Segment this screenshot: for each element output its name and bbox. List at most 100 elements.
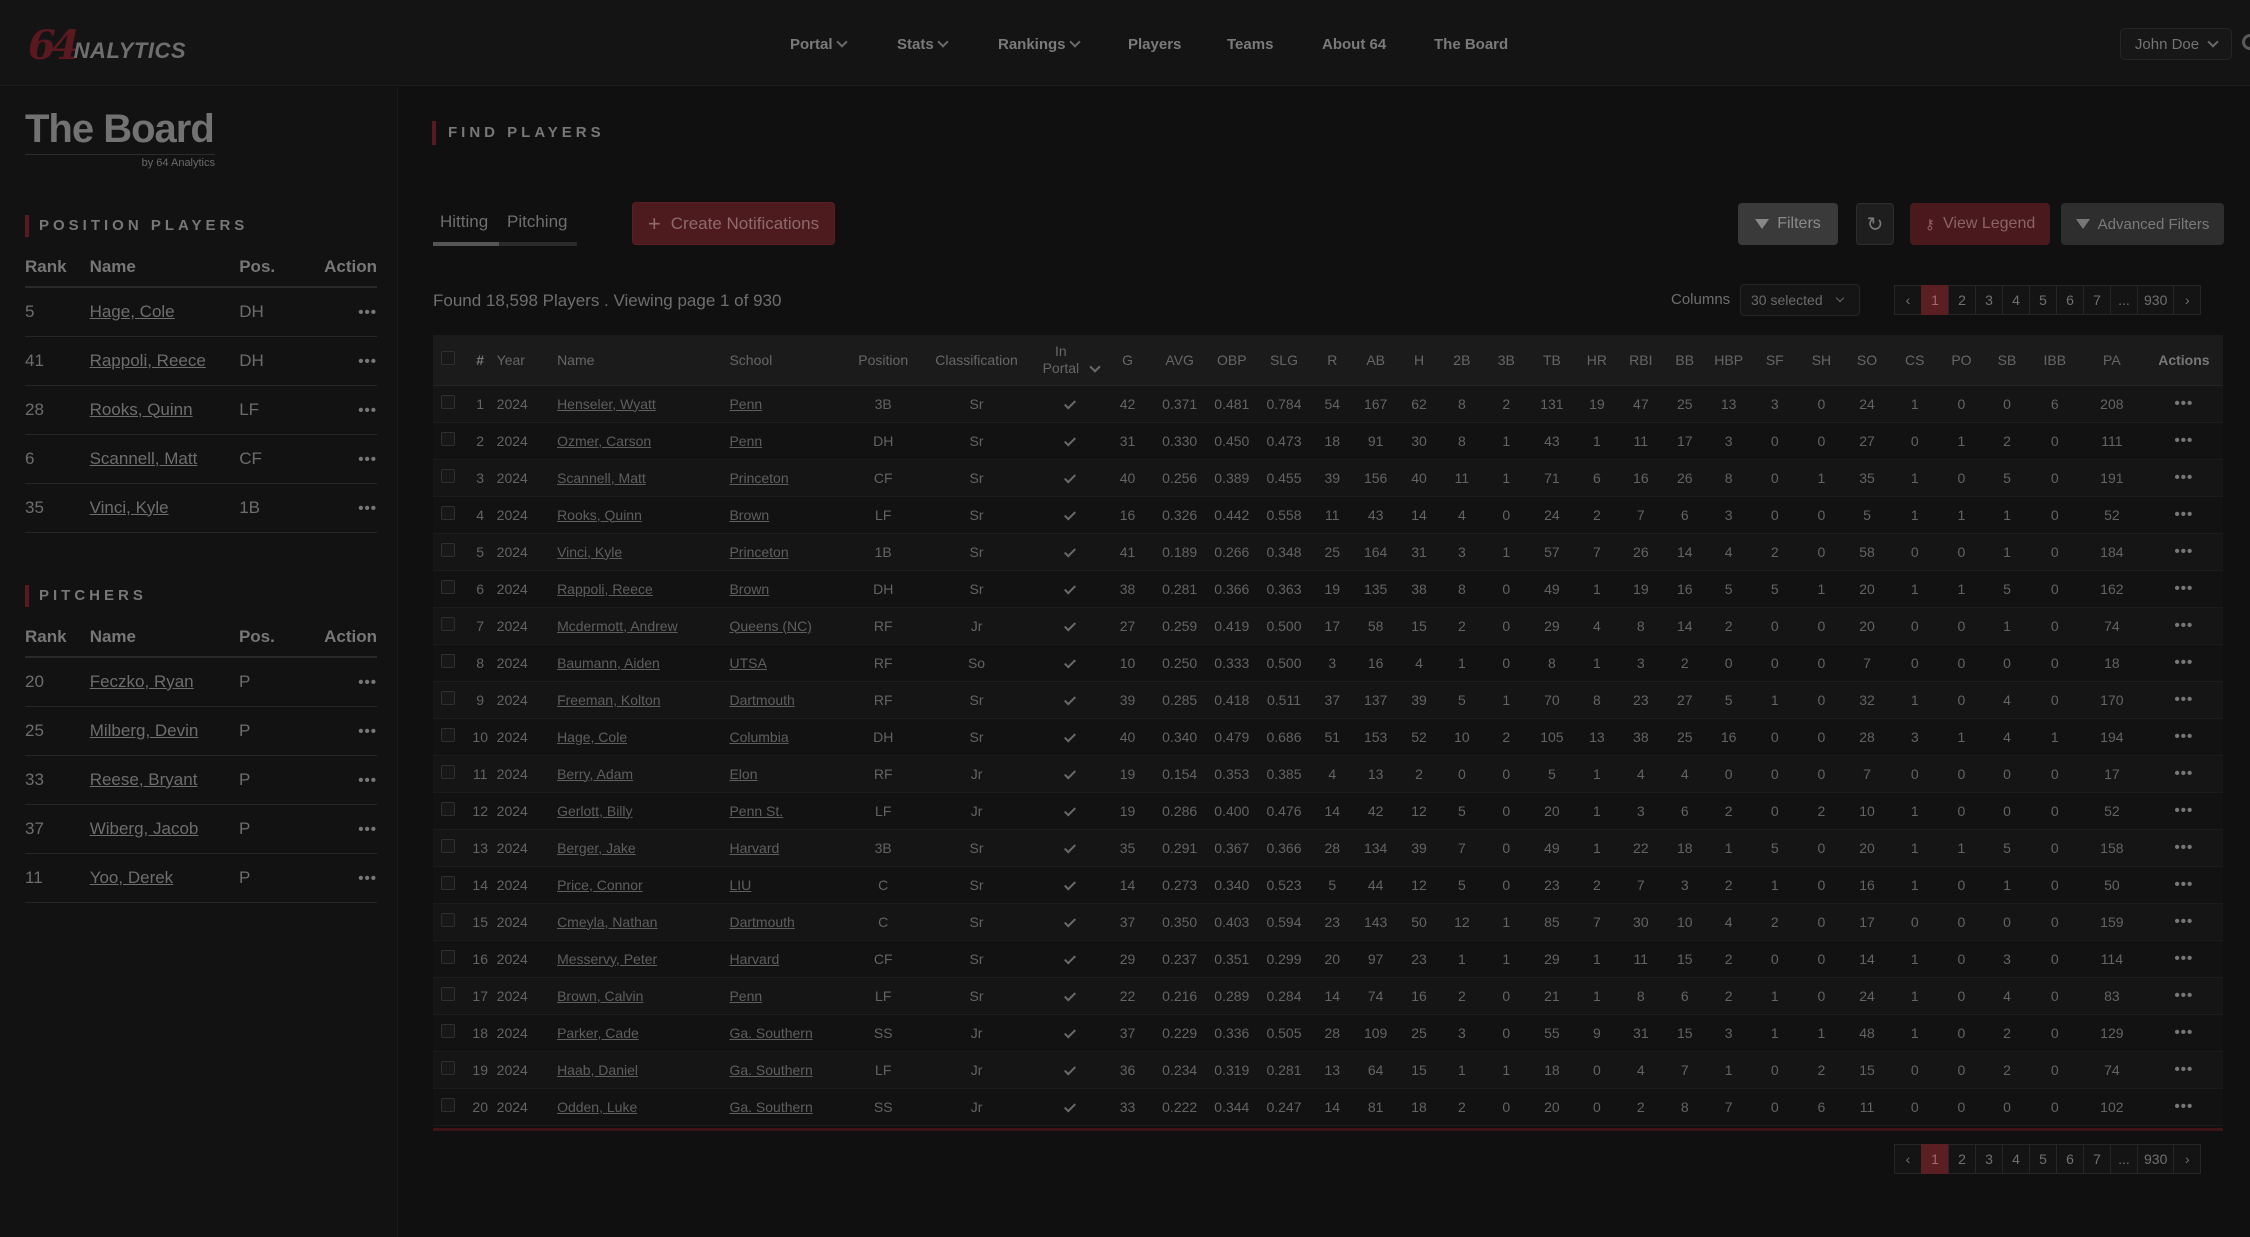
more-options-icon[interactable]: •••	[358, 723, 377, 740]
row-checkbox[interactable]	[441, 1061, 456, 1075]
column-header-bb[interactable]: BB	[1662, 335, 1707, 386]
nav-item-stats[interactable]: Stats	[897, 30, 949, 58]
row-checkbox[interactable]	[441, 987, 456, 1001]
player-link[interactable]: Berger, Jake	[557, 840, 636, 856]
page-button[interactable]: 930	[2137, 1144, 2175, 1174]
row-checkbox[interactable]	[441, 543, 456, 557]
school-link[interactable]: Brown	[729, 507, 769, 523]
school-link[interactable]: Princeton	[729, 544, 788, 560]
page-button[interactable]: 930	[2137, 285, 2175, 315]
school-link[interactable]: Penn	[729, 433, 762, 449]
more-options-icon[interactable]: •••	[2175, 469, 2194, 486]
school-link[interactable]: Columbia	[729, 729, 788, 745]
row-checkbox[interactable]	[441, 469, 456, 483]
row-checkbox[interactable]	[441, 728, 456, 742]
school-link[interactable]: Queens (NC)	[729, 618, 811, 634]
row-checkbox[interactable]	[441, 580, 456, 594]
column-header-rbi[interactable]: RBI	[1618, 335, 1663, 386]
more-options-icon[interactable]: •••	[2175, 802, 2194, 819]
advanced-filters-button[interactable]: Advanced Filters	[2061, 203, 2224, 245]
player-link[interactable]: Hage, Cole	[557, 729, 627, 745]
column-header-tb[interactable]: TB	[1528, 335, 1575, 386]
column-header-year[interactable]: Year	[496, 335, 558, 386]
row-checkbox[interactable]	[441, 765, 456, 779]
prev-page-button[interactable]: ‹	[1894, 285, 1922, 315]
player-link[interactable]: Cmeyla, Nathan	[557, 914, 657, 930]
page-button[interactable]: 6	[2056, 1144, 2084, 1174]
school-link[interactable]: LIU	[729, 877, 751, 893]
page-button[interactable]: 6	[2056, 285, 2084, 315]
column-header-position[interactable]: Position	[850, 335, 917, 386]
player-link[interactable]: Price, Connor	[557, 877, 643, 893]
school-link[interactable]: Princeton	[729, 470, 788, 486]
column-header-sf[interactable]: SF	[1750, 335, 1799, 386]
player-link[interactable]: Reese, Bryant	[90, 770, 198, 789]
page-button[interactable]: 3	[1975, 285, 2003, 315]
theme-toggle-icon[interactable]	[2242, 34, 2250, 50]
player-link[interactable]: Parker, Cade	[557, 1025, 639, 1041]
row-checkbox[interactable]	[441, 1024, 456, 1038]
column-header-3b[interactable]: 3B	[1483, 335, 1529, 386]
column-header-sh[interactable]: SH	[1798, 335, 1844, 386]
nav-item-players[interactable]: Players	[1128, 30, 1181, 58]
column-header-pa[interactable]: PA	[2078, 335, 2145, 386]
column-header-slg[interactable]: SLG	[1256, 335, 1312, 386]
player-link[interactable]: Messervy, Peter	[557, 951, 657, 967]
column-header-ab[interactable]: AB	[1353, 335, 1399, 386]
select-all-checkbox[interactable]	[441, 351, 456, 366]
player-link[interactable]: Mcdermott, Andrew	[557, 618, 678, 634]
more-options-icon[interactable]: •••	[358, 772, 377, 789]
more-options-icon[interactable]: •••	[358, 402, 377, 419]
next-page-button[interactable]: ›	[2173, 285, 2202, 315]
nav-item-about-64[interactable]: About 64	[1322, 30, 1386, 58]
player-link[interactable]: Brown, Calvin	[557, 988, 643, 1004]
more-options-icon[interactable]: •••	[2175, 1061, 2194, 1078]
tab-hitting[interactable]: Hitting	[440, 204, 488, 244]
row-checkbox[interactable]	[441, 839, 456, 853]
school-link[interactable]: Elon	[729, 766, 757, 782]
column-header-2b[interactable]: 2B	[1439, 335, 1484, 386]
player-link[interactable]: Vinci, Kyle	[90, 498, 169, 517]
column-header-r[interactable]: R	[1311, 335, 1354, 386]
player-link[interactable]: Haab, Daniel	[557, 1062, 638, 1078]
row-checkbox[interactable]	[441, 1098, 456, 1112]
refresh-button[interactable]: ↻	[1856, 203, 1894, 245]
school-link[interactable]: Ga. Southern	[729, 1099, 812, 1115]
player-link[interactable]: Scannell, Matt	[557, 470, 646, 486]
player-link[interactable]: Wiberg, Jacob	[90, 819, 199, 838]
player-link[interactable]: Vinci, Kyle	[557, 544, 622, 560]
page-button[interactable]: 7	[2083, 285, 2111, 315]
player-link[interactable]: Milberg, Devin	[90, 721, 199, 740]
player-link[interactable]: Rappoli, Reece	[90, 351, 206, 370]
row-checkbox[interactable]	[441, 506, 456, 520]
page-button[interactable]: 1	[1921, 285, 1949, 315]
more-options-icon[interactable]: •••	[2175, 617, 2194, 634]
more-options-icon[interactable]: •••	[2175, 543, 2194, 560]
school-link[interactable]: Harvard	[729, 951, 779, 967]
school-link[interactable]: Ga. Southern	[729, 1025, 812, 1041]
nav-item-rankings[interactable]: Rankings	[998, 30, 1081, 58]
player-link[interactable]: Hage, Cole	[90, 302, 175, 321]
more-options-icon[interactable]: •••	[2175, 728, 2194, 745]
more-options-icon[interactable]: •••	[2175, 950, 2194, 967]
row-checkbox[interactable]	[441, 617, 456, 631]
page-button[interactable]: 5	[2029, 285, 2057, 315]
nav-item-portal[interactable]: Portal	[790, 30, 848, 58]
player-link[interactable]: Baumann, Aiden	[557, 655, 660, 671]
columns-select[interactable]: 30 selected	[1740, 284, 1860, 316]
page-button[interactable]: 2	[1948, 285, 1976, 315]
player-link[interactable]: Rooks, Quinn	[90, 400, 193, 419]
page-button[interactable]: 4	[2002, 1144, 2030, 1174]
column-header-actions[interactable]: Actions	[2144, 335, 2223, 386]
row-checkbox[interactable]	[441, 691, 456, 705]
filters-button[interactable]: Filters	[1738, 203, 1838, 245]
school-link[interactable]: Dartmouth	[729, 914, 794, 930]
more-options-icon[interactable]: •••	[2175, 506, 2194, 523]
more-options-icon[interactable]: •••	[2175, 1024, 2194, 1041]
column-header-avg[interactable]: AVG	[1152, 335, 1208, 386]
row-checkbox[interactable]	[441, 395, 456, 409]
school-link[interactable]: Penn	[729, 988, 762, 1004]
school-link[interactable]: Brown	[729, 581, 769, 597]
more-options-icon[interactable]: •••	[2175, 654, 2194, 671]
more-options-icon[interactable]: •••	[358, 304, 377, 321]
